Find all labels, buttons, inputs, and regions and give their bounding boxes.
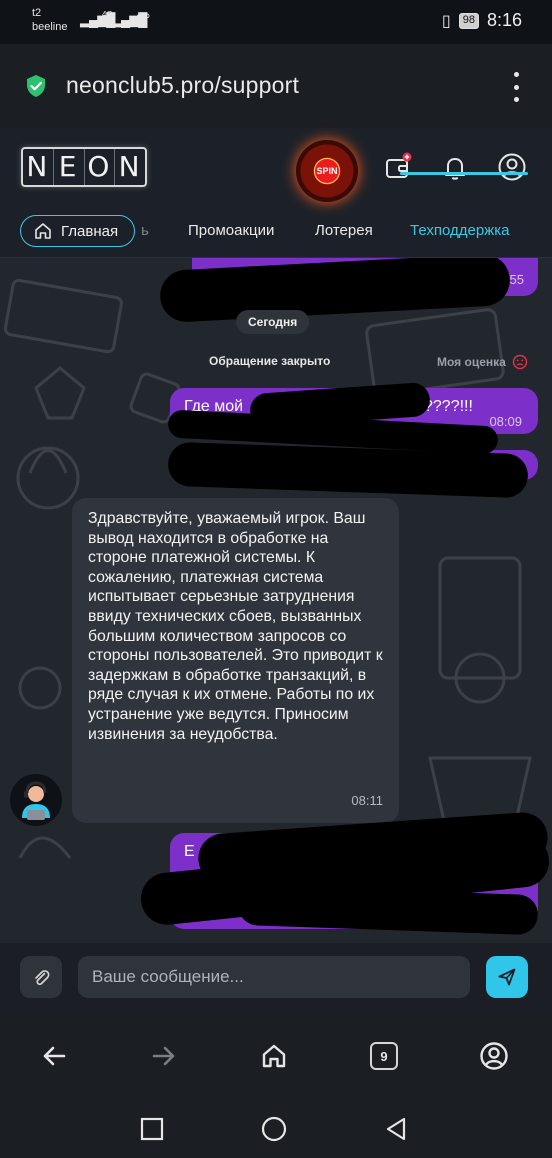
nav-home-label: Главная (61, 222, 119, 240)
nav-lottery[interactable]: Лотерея (315, 222, 373, 239)
send-icon (498, 968, 516, 986)
attach-button[interactable] (20, 956, 62, 998)
forward-button[interactable] (147, 1039, 181, 1073)
spin-wheel-button[interactable]: SPIN (296, 140, 358, 202)
back-button[interactable] (37, 1039, 71, 1073)
account-button[interactable] (477, 1039, 511, 1073)
triangle-back-icon[interactable] (383, 1116, 409, 1142)
user-icon (480, 1042, 508, 1070)
support-message-text: Здравствуйте, уважаемый игрок. Ваш вывод… (88, 510, 383, 743)
nav-active-indicator (400, 172, 528, 175)
shield-check-icon (27, 75, 45, 97)
message-time: 55 (509, 272, 524, 287)
sad-face-icon[interactable] (512, 354, 528, 370)
rating-control[interactable]: Моя оценка (437, 354, 528, 370)
message-text-end: ????!!! (424, 398, 473, 415)
message-input[interactable] (78, 956, 470, 998)
status-bar: t2 beeline ▂▄▆█ 4G ▂▄▆█ 8° ▯ 98 8:16 (0, 0, 552, 44)
message-time: 08:09 (489, 414, 522, 429)
home-icon (262, 1044, 286, 1068)
home-icon (35, 223, 51, 239)
logo-letter: N (114, 149, 145, 185)
nav-home[interactable]: Главная (20, 215, 135, 247)
send-button[interactable] (486, 956, 528, 998)
browser-toolbar: 9 (0, 1013, 552, 1098)
logo-letter: N (26, 150, 50, 183)
site-nav: Главная ь Промоакции Лотерея Техподдержк… (0, 208, 552, 252)
carrier-top: t2 (32, 7, 42, 19)
neon-logo[interactable]: N E O N (21, 147, 147, 187)
status-right: ▯ 98 8:16 (442, 10, 522, 31)
url-field[interactable]: neonclub5.pro/support (66, 72, 299, 99)
message-time: 08:11 (351, 793, 383, 809)
logo-letter: E (52, 149, 84, 185)
vibrate-icon: ▯ (441, 12, 451, 30)
back-arrow-icon (43, 1046, 66, 1066)
tabs-icon: 9 (370, 1042, 398, 1070)
chat-area[interactable]: К 55 Сегодня Обращение закрыто Моя оценк… (0, 258, 552, 943)
circle-icon[interactable] (261, 1116, 287, 1142)
nav-promos[interactable]: Промоакции (188, 222, 274, 239)
ticket-closed-label: Обращение закрыто (209, 354, 331, 368)
system-navigation-bar (0, 1098, 552, 1158)
logo-letter: O (83, 149, 115, 185)
support-agent-icon (22, 781, 50, 820)
clock: 8:16 (486, 10, 522, 30)
rating-label: Моя оценка (437, 355, 506, 369)
wallet-icon[interactable] (383, 152, 413, 182)
user-icon[interactable] (497, 152, 527, 182)
support-avatar (10, 774, 62, 826)
tabs-button[interactable]: 9 (367, 1039, 401, 1073)
forward-arrow-icon (152, 1046, 175, 1066)
address-bar: neonclub5.pro/support (0, 44, 552, 128)
paperclip-icon (35, 970, 50, 986)
nav-support[interactable]: Техподдержка (410, 222, 509, 239)
carrier-bottom: beeline (32, 21, 68, 33)
spin-label: SPIN (314, 158, 340, 184)
temperature: 8° (136, 11, 151, 28)
bell-icon[interactable] (440, 152, 470, 182)
square-icon[interactable] (139, 1116, 165, 1142)
date-separator: Сегодня (236, 310, 310, 334)
message-text-start: Е (184, 843, 195, 860)
home-button[interactable] (257, 1039, 291, 1073)
nav-item-partial[interactable]: ь (141, 222, 149, 239)
battery-icon: 98 (458, 12, 479, 29)
carrier-labels: t2 beeline (32, 6, 67, 34)
site-header: N E O N SPIN Главная ь Промоакции Лотере… (0, 128, 552, 258)
menu-dots-icon[interactable] (512, 72, 520, 102)
message-bubble-incoming[interactable]: Здравствуйте, уважаемый игрок. Ваш вывод… (72, 498, 399, 823)
message-composer (0, 943, 552, 1013)
